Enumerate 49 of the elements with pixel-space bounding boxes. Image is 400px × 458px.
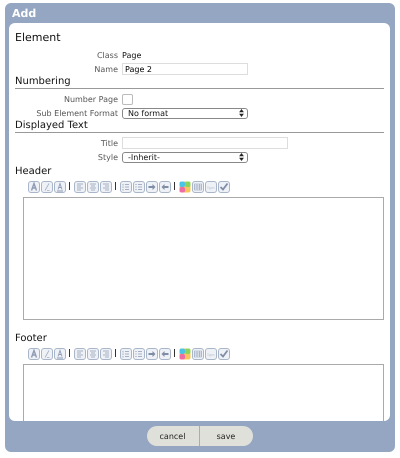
numbered-list-icon[interactable] (120, 181, 132, 193)
text-field[interactable] (122, 137, 288, 149)
field-label: Number Page (62, 94, 119, 104)
underline-icon[interactable] (54, 348, 66, 360)
save-button[interactable]: save (200, 426, 252, 446)
editor-label: Footer (15, 333, 48, 344)
bullet-list-icon[interactable] (133, 348, 145, 360)
italic-icon[interactable] (41, 348, 53, 360)
align-left-icon[interactable] (74, 348, 86, 360)
editor-label: Header (15, 166, 52, 177)
bold-icon[interactable] (28, 348, 40, 360)
arrow-left-icon[interactable] (159, 181, 171, 193)
field-label: Title (100, 138, 119, 148)
field-label: Name (93, 64, 119, 74)
text-editor-area[interactable] (23, 197, 384, 320)
align-left-icon[interactable] (74, 181, 86, 193)
italic-icon[interactable] (41, 181, 53, 193)
dialog-title: Add (11, 6, 38, 22)
dropdown-arrows-icon (239, 153, 244, 161)
palette-icon[interactable] (179, 348, 191, 360)
bullet-list-icon[interactable] (133, 181, 145, 193)
align-center-icon[interactable] (87, 348, 99, 360)
field-label: Style (96, 152, 119, 162)
arrow-right-icon[interactable] (146, 348, 158, 360)
text-field[interactable]: Page 2 (122, 63, 248, 75)
table-icon[interactable] (192, 348, 204, 360)
table-icon[interactable] (192, 181, 204, 193)
checkbox[interactable] (122, 94, 133, 104)
palette-icon[interactable] (179, 181, 191, 193)
align-right-icon[interactable] (100, 348, 112, 360)
align-right-icon[interactable] (100, 181, 112, 193)
align-center-icon[interactable] (87, 181, 99, 193)
check-icon[interactable] (218, 348, 230, 360)
section-heading: Displayed Text (15, 120, 384, 133)
section-heading: Numbering (15, 76, 384, 89)
field-label: Class (96, 50, 119, 60)
arrow-left-icon[interactable] (159, 348, 171, 360)
field-value: Page (122, 50, 142, 60)
section-heading: Element (15, 31, 62, 44)
cancel-button[interactable]: cancel (146, 426, 200, 446)
field-label: Sub Element Format (35, 108, 119, 118)
select-field[interactable]: No format (122, 108, 248, 118)
underline-icon[interactable] (54, 181, 66, 193)
numbered-list-icon[interactable] (120, 348, 132, 360)
arrow-right-icon[interactable] (146, 181, 158, 193)
check-icon[interactable] (218, 181, 230, 193)
dropdown-arrows-icon (239, 109, 244, 117)
select-field[interactable]: -Inherit- (122, 152, 248, 162)
bold-icon[interactable] (28, 181, 40, 193)
